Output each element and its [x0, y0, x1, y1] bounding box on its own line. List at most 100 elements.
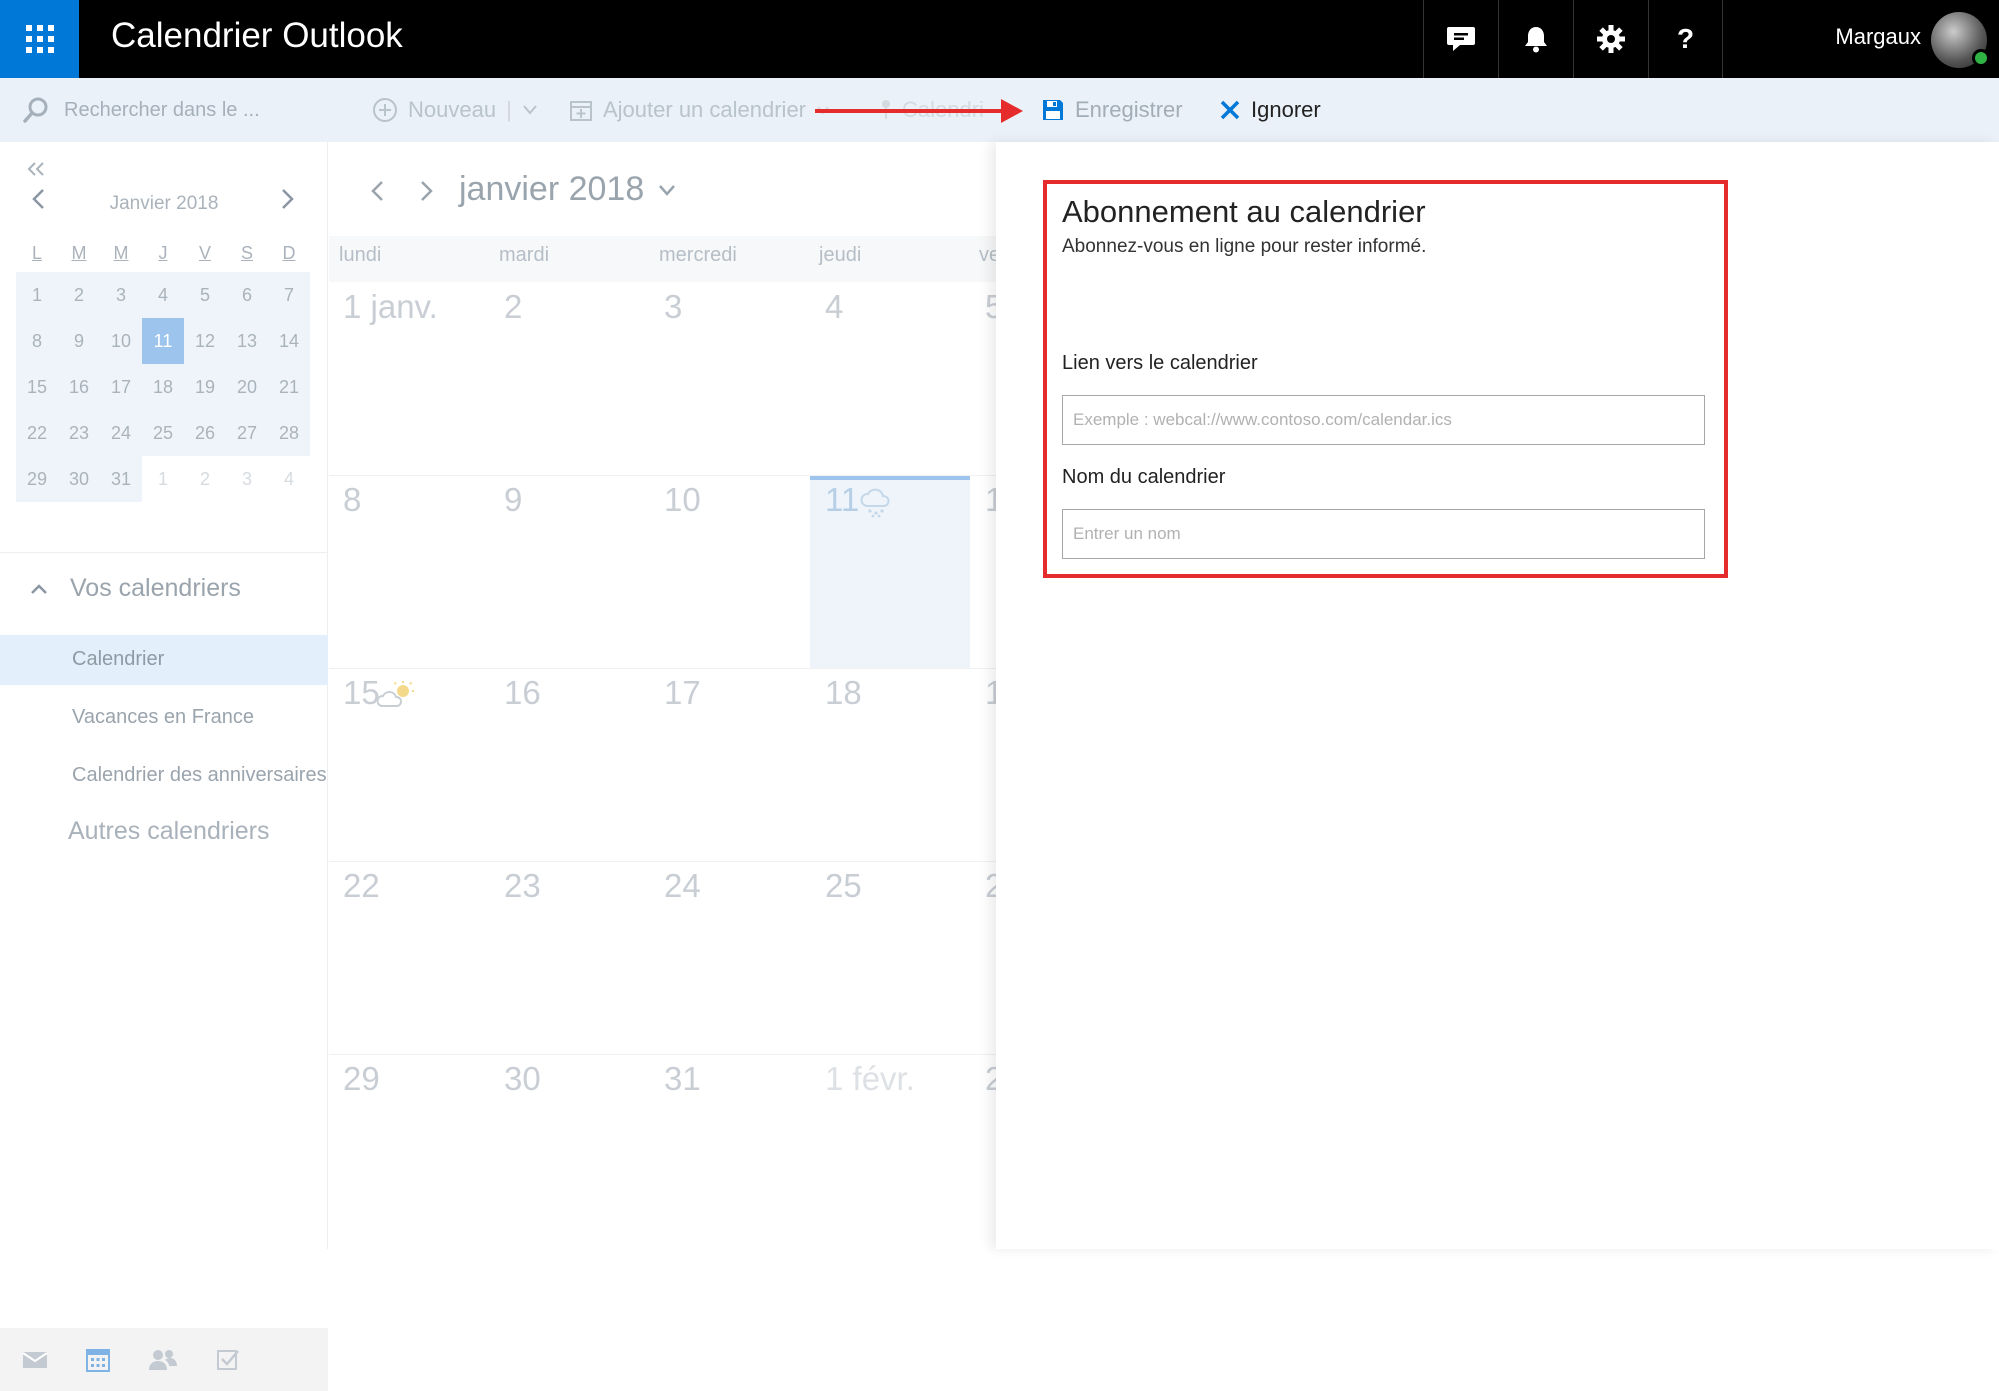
calendar-item-calendrier[interactable]: Calendrier [0, 635, 328, 685]
mini-day[interactable]: 13 [226, 318, 268, 364]
day-cell-number[interactable]: 5 [985, 288, 996, 326]
mini-day-next-month[interactable]: 4 [268, 456, 310, 502]
calendar-item-label: Calendrier des anniversaires [72, 764, 327, 786]
add-calendar-button[interactable]: Ajouter un calendrier [569, 78, 830, 142]
calendar-item-anniversaires[interactable]: Calendrier des anniversaires [0, 751, 328, 801]
help-button[interactable]: ? [1648, 0, 1723, 78]
day-cell-number[interactable]: 2 [985, 1060, 996, 1098]
mini-day-selected[interactable]: 11 [142, 318, 184, 364]
day-cell-number[interactable]: 18 [825, 674, 862, 712]
day-cell-number[interactable]: 15 [343, 674, 380, 712]
notifications-button[interactable] [1498, 0, 1573, 78]
day-cell-number[interactable]: 3 [664, 288, 682, 326]
app-launcher-button[interactable] [0, 0, 79, 78]
day-cell-number[interactable]: 30 [504, 1060, 541, 1098]
mini-day[interactable]: 18 [142, 364, 184, 410]
day-cell-number-today[interactable]: 11 [825, 481, 859, 519]
discard-button[interactable]: Ignorer [1219, 78, 1321, 142]
chat-button[interactable] [1423, 0, 1498, 78]
weekday-label: lundi [339, 244, 382, 266]
day-cell-number[interactable]: 1 janv. [343, 288, 438, 326]
mini-day[interactable]: 7 [268, 272, 310, 318]
user-name[interactable]: Margaux [1835, 24, 1921, 50]
day-cell-number[interactable]: 4 [825, 288, 843, 326]
settings-button[interactable] [1573, 0, 1648, 78]
mini-day[interactable]: 19 [184, 364, 226, 410]
mini-day[interactable]: 2 [58, 272, 100, 318]
mini-day[interactable]: 3 [100, 272, 142, 318]
save-button[interactable]: Enregistrer [1041, 78, 1183, 142]
mini-day[interactable]: 22 [16, 410, 58, 456]
mini-month-label[interactable]: Janvier 2018 [16, 186, 312, 222]
tasks-icon[interactable] [216, 1348, 240, 1372]
calendar-link-input[interactable] [1062, 395, 1705, 445]
day-cell-number[interactable]: 25 [825, 867, 862, 905]
day-cell-number[interactable]: 2 [985, 867, 996, 905]
day-cell-number[interactable]: 17 [664, 674, 701, 712]
people-icon[interactable] [148, 1349, 178, 1371]
day-cell-number[interactable]: 2 [504, 288, 522, 326]
month-title-button[interactable]: janvier 2018 [459, 170, 676, 209]
other-calendars-header[interactable]: Autres calendriers [68, 817, 269, 846]
mini-day-next-month[interactable]: 1 [142, 456, 184, 502]
mini-day[interactable]: 30 [58, 456, 100, 502]
day-cell-number[interactable]: 10 [664, 481, 701, 519]
top-bar: Calendrier Outlook ? Margaux [0, 0, 1999, 78]
chevron-right-icon [282, 189, 294, 209]
mini-day[interactable]: 31 [100, 456, 142, 502]
mini-day[interactable]: 17 [100, 364, 142, 410]
day-cell-number[interactable]: 1 [985, 481, 996, 519]
mini-day[interactable]: 29 [16, 456, 58, 502]
collapse-pane-button[interactable] [26, 156, 46, 184]
mini-day-next-month[interactable]: 3 [226, 456, 268, 502]
command-bar: Rechercher dans le ... Nouveau | Ajouter… [0, 78, 1999, 142]
mail-icon[interactable] [22, 1350, 48, 1370]
next-month-button[interactable] [419, 180, 435, 207]
prev-month-button[interactable] [369, 180, 385, 207]
mini-day[interactable]: 6 [226, 272, 268, 318]
mini-day[interactable]: 10 [100, 318, 142, 364]
mini-day[interactable]: 27 [226, 410, 268, 456]
mini-day[interactable]: 20 [226, 364, 268, 410]
mini-day[interactable]: 24 [100, 410, 142, 456]
mini-day[interactable]: 14 [268, 318, 310, 364]
day-cell-number[interactable]: 23 [504, 867, 541, 905]
annotation-arrow [815, 99, 1023, 123]
day-cell-number[interactable]: 22 [343, 867, 380, 905]
search-box[interactable]: Rechercher dans le ... [0, 78, 328, 142]
day-cell-number[interactable]: 8 [343, 481, 361, 519]
day-cell-number[interactable]: 16 [504, 674, 541, 712]
add-calendar-label: Ajouter un calendrier [603, 97, 807, 122]
day-cell-number[interactable]: 31 [664, 1060, 701, 1098]
calendar-item-vacances[interactable]: Vacances en France [0, 693, 328, 743]
mini-day[interactable]: 16 [58, 364, 100, 410]
mini-day[interactable]: 25 [142, 410, 184, 456]
gear-icon [1597, 25, 1625, 53]
calendar-name-input[interactable] [1062, 509, 1705, 559]
weekday-label: mercredi [659, 244, 737, 266]
your-calendars-header[interactable]: Vos calendriers [30, 574, 310, 603]
calendar-icon[interactable] [86, 1348, 110, 1372]
day-cell-number[interactable]: 24 [664, 867, 701, 905]
day-cell-number[interactable]: 1 [985, 674, 996, 712]
mini-day[interactable]: 9 [58, 318, 100, 364]
new-button[interactable]: Nouveau | [372, 78, 538, 142]
mini-day-next-month[interactable]: 2 [184, 456, 226, 502]
day-cell-number[interactable]: 29 [343, 1060, 380, 1098]
mini-day[interactable]: 4 [142, 272, 184, 318]
mini-day[interactable]: 5 [184, 272, 226, 318]
mini-day[interactable]: 21 [268, 364, 310, 410]
day-cell-number-next-month[interactable]: 1 févr. [825, 1060, 915, 1098]
mini-weekday: J [158, 242, 168, 263]
mini-day[interactable]: 23 [58, 410, 100, 456]
mini-day[interactable]: 12 [184, 318, 226, 364]
mini-day[interactable]: 15 [16, 364, 58, 410]
mini-next-month-button[interactable] [280, 188, 296, 215]
chevron-down-icon[interactable] [522, 104, 538, 116]
mini-day[interactable]: 28 [268, 410, 310, 456]
mini-day[interactable]: 1 [16, 272, 58, 318]
mini-day[interactable]: 8 [16, 318, 58, 364]
day-cell-number[interactable]: 9 [504, 481, 522, 519]
search-icon [23, 97, 48, 123]
mini-day[interactable]: 26 [184, 410, 226, 456]
